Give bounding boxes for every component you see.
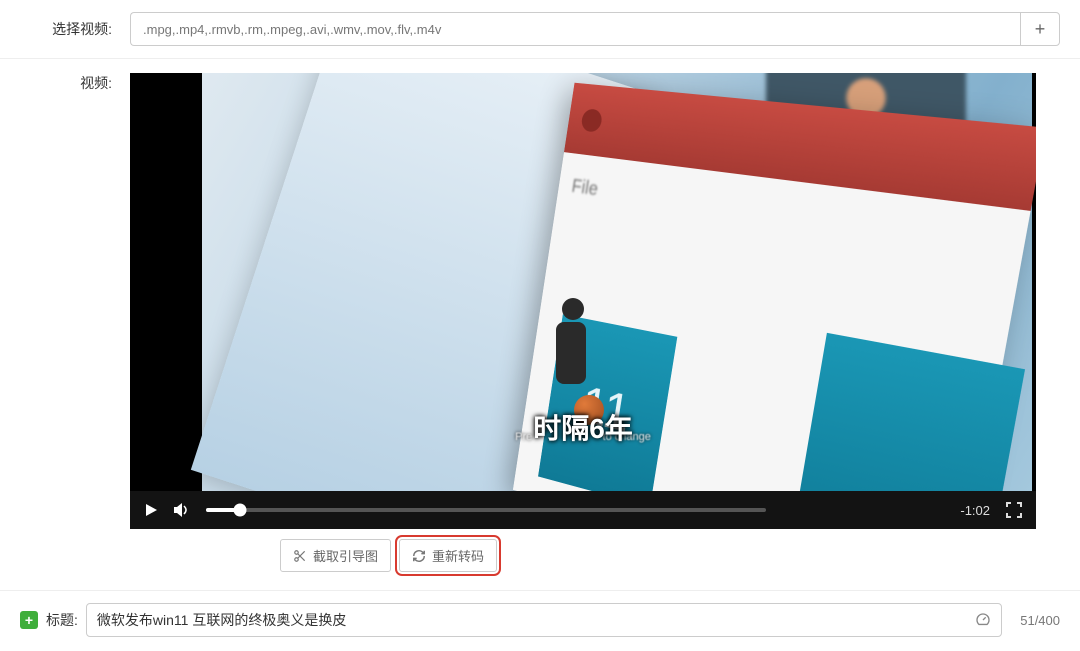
refresh-icon: [412, 549, 426, 563]
crop-thumbnail-label: 截取引导图: [313, 546, 378, 565]
plus-icon: +: [1035, 19, 1046, 40]
video-card-show-text: Show: [846, 479, 985, 491]
video-controls: -1:02: [130, 491, 1036, 529]
title-input-wrap: [86, 603, 1002, 637]
seek-bar[interactable]: [206, 508, 766, 512]
retranscode-button[interactable]: 重新转码: [399, 539, 497, 572]
char-counter: 51/400: [1010, 613, 1060, 628]
time-remaining: -1:02: [960, 503, 990, 518]
title-input[interactable]: [97, 612, 975, 628]
crop-thumbnail-button[interactable]: 截取引导图: [280, 539, 391, 572]
scissors-icon: [293, 549, 307, 563]
fullscreen-icon[interactable]: [1006, 502, 1022, 518]
video-player[interactable]: File 11 Show Pre to change 时隔6年: [130, 73, 1036, 529]
video-label: 视频:: [20, 73, 130, 93]
video-actions: 截取引导图 重新转码: [130, 529, 1060, 584]
add-file-button[interactable]: +: [1020, 12, 1060, 46]
title-label: 标题:: [46, 610, 78, 630]
play-icon[interactable]: [144, 503, 158, 517]
video-column: File 11 Show Pre to change 时隔6年: [130, 73, 1060, 584]
select-video-row: 选择视频: +: [0, 0, 1080, 59]
select-video-label: 选择视频:: [20, 19, 130, 39]
seek-thumb[interactable]: [233, 504, 246, 517]
dashboard-icon[interactable]: [975, 612, 991, 628]
add-indicator-icon: +: [20, 611, 38, 629]
file-extensions-input[interactable]: [130, 12, 1020, 46]
file-input-group: +: [130, 12, 1060, 46]
title-row: + 标题: 51/400: [0, 590, 1080, 651]
retranscode-label: 重新转码: [432, 546, 484, 565]
video-frame: File 11 Show Pre to change 时隔6年: [130, 73, 1036, 491]
volume-icon[interactable]: [174, 503, 190, 517]
video-subtitle: 时隔6年: [130, 407, 1036, 447]
app-icon: [580, 108, 603, 133]
video-row: 视频: File 11 Show: [0, 59, 1080, 590]
